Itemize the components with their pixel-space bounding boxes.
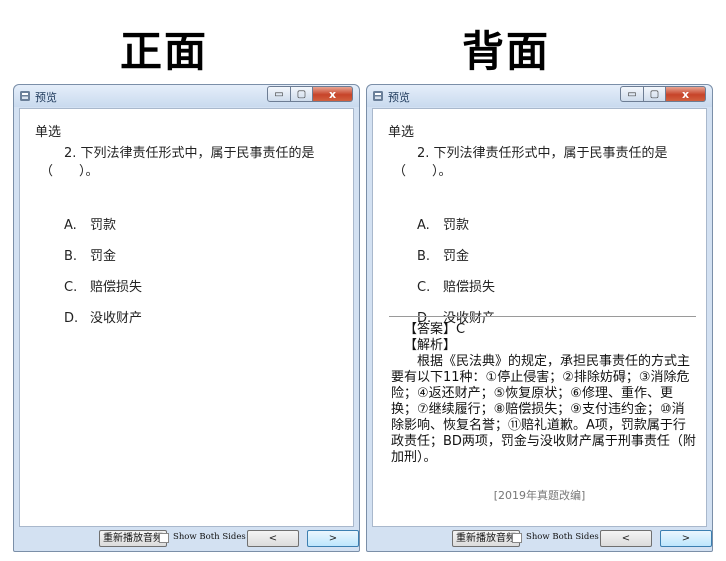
show-both-sides-label[interactable]: Show Both Sides: [173, 532, 246, 542]
option-letter: D.: [64, 311, 79, 326]
preview-window-back: 预览 ▭ ▢ x 单选 2. 下列法律责任形式中，属于民事责任的是（ ）。 A.…: [366, 84, 713, 552]
minimize-button[interactable]: ▭: [620, 86, 644, 102]
maximize-icon: ▢: [649, 88, 660, 100]
option-text: 罚金: [90, 249, 117, 264]
question-source: [2019年真题改编]: [493, 489, 586, 502]
card-content: 单选 2. 下列法律责任形式中，属于民事责任的是（ ）。 A. 罚款 B. 罚金 C…: [19, 108, 354, 527]
title-bar[interactable]: 预览 ▭ ▢ x: [367, 85, 712, 107]
show-both-sides-checkbox[interactable]: [512, 533, 522, 543]
maximize-icon: ▢: [296, 88, 307, 100]
chevron-right-icon: >: [328, 533, 338, 544]
answer-section: 【答案】C 【解析】 根据《民法典》的规定，承担民事责任的方式主要有以下11种：…: [391, 322, 697, 466]
option-c: C. 赔偿损失: [64, 276, 142, 295]
answer-divider: [389, 316, 696, 317]
card-content: 单选 2. 下列法律责任形式中，属于民事责任的是（ ）。 A. 罚款 B. 罚金 C…: [372, 108, 707, 527]
previous-button[interactable]: <: [600, 530, 652, 547]
preview-window-front: 预览 ▭ ▢ x 单选 2. 下列法律责任形式中，属于民事责任的是（ ）。 A.…: [13, 84, 360, 552]
title-bar[interactable]: 预览 ▭ ▢ x: [14, 85, 359, 107]
close-icon: x: [328, 87, 337, 101]
bottom-bar: 重新播放音频 Show Both Sides < >: [19, 530, 359, 548]
option-letter: A.: [64, 218, 77, 233]
close-button[interactable]: x: [666, 86, 706, 102]
next-button[interactable]: >: [660, 530, 712, 547]
chevron-left-icon: <: [621, 533, 631, 544]
app-icon: [373, 91, 383, 101]
option-text: 罚款: [443, 218, 470, 233]
option-text: 赔偿损失: [90, 280, 143, 295]
option-b: B. 罚金: [64, 245, 116, 264]
chevron-left-icon: <: [268, 533, 278, 544]
show-both-sides-checkbox[interactable]: [159, 533, 169, 543]
show-both-sides-label[interactable]: Show Both Sides: [526, 532, 599, 542]
maximize-button[interactable]: ▢: [644, 86, 666, 102]
question-stem: 2. 下列法律责任形式中，属于民事责任的是（ ）。: [393, 145, 697, 181]
bottom-bar: 重新播放音频 Show Both Sides < >: [372, 530, 712, 548]
replay-audio-button[interactable]: 重新播放音频: [452, 530, 520, 547]
replay-audio-button[interactable]: 重新播放音频: [99, 530, 167, 547]
window-title: 预览: [35, 91, 57, 104]
option-text: 赔偿损失: [443, 280, 496, 295]
front-heading: 正面: [120, 27, 209, 76]
back-heading: 背面: [462, 27, 551, 76]
option-letter: B.: [64, 249, 78, 264]
option-letter: A.: [417, 218, 430, 233]
option-b: B. 罚金: [417, 245, 469, 264]
question-type: 单选: [35, 125, 62, 140]
minimize-icon: ▭: [627, 88, 637, 100]
option-c: C. 赔偿损失: [417, 276, 495, 295]
analysis-label: 【解析】: [404, 338, 457, 353]
previous-button[interactable]: <: [247, 530, 299, 547]
option-letter: B.: [417, 249, 431, 264]
answer-line: 【答案】C: [404, 322, 466, 337]
app-icon: [20, 91, 30, 101]
question-number: 2.: [417, 146, 430, 161]
question-stem-text: 下列法律责任形式中，属于民事责任的是（ ）。: [40, 146, 315, 179]
question-number: 2.: [64, 146, 77, 161]
question-stem-text: 下列法律责任形式中，属于民事责任的是（ ）。: [393, 146, 668, 179]
question-type: 单选: [388, 125, 415, 140]
option-a: A. 罚款: [417, 214, 469, 233]
option-letter: C.: [417, 280, 431, 295]
minimize-icon: ▭: [274, 88, 284, 100]
option-text: 罚金: [443, 249, 470, 264]
analysis-text: 根据《民法典》的规定，承担民事责任的方式主要有以下11种：①停止侵害；②排除妨碍…: [391, 354, 696, 465]
option-letter: C.: [64, 280, 78, 295]
option-a: A. 罚款: [64, 214, 116, 233]
option-text: 罚款: [90, 218, 117, 233]
option-d: D. 没收财产: [64, 307, 142, 326]
next-button[interactable]: >: [307, 530, 359, 547]
close-button[interactable]: x: [313, 86, 353, 102]
close-icon: x: [681, 87, 690, 101]
maximize-button[interactable]: ▢: [291, 86, 313, 102]
question-stem: 2. 下列法律责任形式中，属于民事责任的是（ ）。: [40, 145, 344, 181]
minimize-button[interactable]: ▭: [267, 86, 291, 102]
window-title: 预览: [388, 91, 410, 104]
chevron-right-icon: >: [681, 533, 691, 544]
option-text: 没收财产: [90, 311, 143, 326]
